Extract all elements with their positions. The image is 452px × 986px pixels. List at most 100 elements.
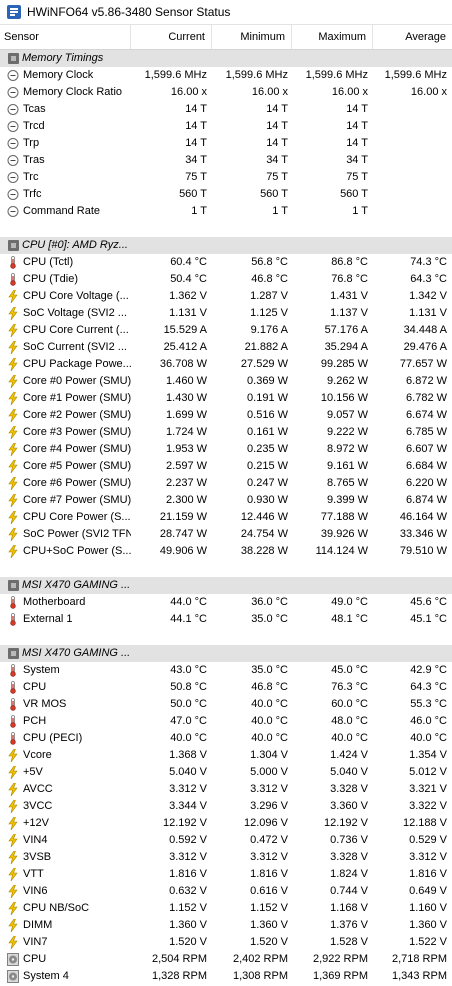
sensor-row[interactable]: CPU NB/SoC 1.152 V 1.152 V 1.168 V 1.160 V [0,900,452,917]
minimum-value: 1.360 V [250,919,288,931]
header-average[interactable]: Average [373,25,452,49]
sensor-row[interactable]: External 1 44.1 °C 35.0 °C 48.1 °C 45.1 °C [0,611,452,628]
sensor-row[interactable]: Core #2 Power (SMU) 1.699 W 0.516 W 9.057 W… [0,407,452,424]
sensor-row[interactable]: VIN7 1.520 V 1.520 V 1.528 V 1.522 V [0,934,452,951]
maximum-value: 1.528 V [330,936,368,948]
minimum-value: 1.520 V [250,936,288,948]
maximum-value: 9.399 W [327,494,368,506]
sensor-row[interactable]: VIN6 0.632 V 0.616 V 0.744 V 0.649 V [0,883,452,900]
sensor-label: Core #3 Power (SMU) [23,426,131,438]
clock-icon [7,189,19,200]
sensor-row[interactable]: Tcas 14 T 14 T 14 T [0,101,452,118]
average-value: 6.874 W [406,494,447,506]
sensor-row[interactable]: Memory Clock Ratio 16.00 x 16.00 x 16.00 x 1… [0,84,452,101]
sensor-label: CPU NB/SoC [23,902,90,914]
sensor-row[interactable]: Core #6 Power (SMU) 2.237 W 0.247 W 8.765 W… [0,475,452,492]
sensor-row[interactable]: 3VSB 3.312 V 3.312 V 3.328 V 3.312 V [0,849,452,866]
header-minimum[interactable]: Minimum [212,25,292,49]
average-value: 40.0 °C [410,732,447,744]
sensor-row[interactable]: AVCC 3.312 V 3.312 V 3.328 V 3.321 V [0,781,452,798]
sensor-row[interactable]: DIMM 1.360 V 1.360 V 1.376 V 1.360 V [0,917,452,934]
sensor-row[interactable]: CPU (Tctl) 60.4 °C 56.8 °C 86.8 °C 74.3 °C [0,254,452,271]
maximum-value: 49.0 °C [331,596,368,608]
sensor-row[interactable]: Trfc 560 T 560 T 560 T [0,186,452,203]
sensor-label: Trcd [23,120,45,132]
sensor-row[interactable]: Motherboard 44.0 °C 36.0 °C 49.0 °C 45.6 °C [0,594,452,611]
sensor-row[interactable]: CPU Core Current (... 15.529 A 9.176 A 57.1… [0,322,452,339]
sensor-row[interactable]: VIN4 0.592 V 0.472 V 0.736 V 0.529 V [0,832,452,849]
sensor-row[interactable]: Trcd 14 T 14 T 14 T [0,118,452,135]
sensor-row[interactable]: CPU Package Powe... 36.708 W 27.529 W 99.28… [0,356,452,373]
sensor-label: Vcore [23,749,52,761]
sensor-label: CPU Core Power (S... [23,511,131,523]
minimum-value: 1,599.6 MHz [225,69,288,81]
sensor-row[interactable]: SoC Current (SVI2 ... 25.412 A 21.882 A 35.… [0,339,452,356]
sensor-row[interactable]: CPU 2,504 RPM 2,402 RPM 2,922 RPM 2,718 RPM [0,951,452,968]
maximum-value: 0.736 V [330,834,368,846]
sensor-group-label: CPU [#0]: AMD Ryz... [22,239,128,251]
sensor-group-header[interactable]: CPU [#0]: AMD Ryz... [0,237,452,254]
clock-icon [7,121,19,132]
sensor-row[interactable]: Tras 34 T 34 T 34 T [0,152,452,169]
minimum-value: 0.215 W [247,460,288,472]
sensor-row[interactable]: Core #1 Power (SMU) 1.430 W 0.191 W 10.156 … [0,390,452,407]
lightning-icon [8,324,18,337]
sensor-row[interactable]: SoC Voltage (SVI2 ... 1.131 V 1.125 V 1.137… [0,305,452,322]
average-value: 16.00 x [410,86,447,98]
sensor-row[interactable]: CPU+SoC Power (S... 49.906 W 38.228 W 114.1… [0,543,452,560]
sensor-row[interactable]: SoC Power (SVI2 TFN) 28.747 W 24.754 W 39.9… [0,526,452,543]
sensor-row[interactable]: System 4 1,328 RPM 1,308 RPM 1,369 RPM 1,343… [0,968,452,985]
sensor-row[interactable]: CPU (PECI) 40.0 °C 40.0 °C 40.0 °C 40.0 °C [0,730,452,747]
sensor-row[interactable]: Vcore 1.368 V 1.304 V 1.424 V 1.354 V [0,747,452,764]
header-sensor[interactable]: Sensor [0,25,131,49]
maximum-value: 3.328 V [330,783,368,795]
sensor-row[interactable]: 3VCC 3.344 V 3.296 V 3.360 V 3.322 V [0,798,452,815]
sensor-row[interactable]: Core #0 Power (SMU) 1.460 W 0.369 W 9.262 W… [0,373,452,390]
maximum-value: 3.360 V [330,800,368,812]
maximum-value: 1.431 V [330,290,368,302]
sensor-group-header[interactable]: MSI X470 GAMING ... [0,645,452,662]
sensor-row[interactable]: Core #7 Power (SMU) 2.300 W 0.930 W 9.399 W… [0,492,452,509]
current-value: 1.131 V [169,307,207,319]
maximum-value: 1.376 V [330,919,368,931]
sensor-label: AVCC [23,783,53,795]
sensor-row[interactable]: +5V 5.040 V 5.000 V 5.040 V 5.012 V [0,764,452,781]
minimum-value: 0.516 W [247,409,288,421]
minimum-value: 1.287 V [250,290,288,302]
current-value: 34 T [185,154,207,166]
sensor-group-header[interactable]: Memory Timings [0,50,452,67]
maximum-value: 99.285 W [320,358,368,370]
sensor-row[interactable]: +12V 12.192 V 12.096 V 12.192 V 12.188 V [0,815,452,832]
lightning-icon [8,290,18,303]
sensor-row[interactable]: VR MOS 50.0 °C 40.0 °C 60.0 °C 55.3 °C [0,696,452,713]
sensor-row[interactable]: CPU 50.8 °C 46.8 °C 76.3 °C 64.3 °C [0,679,452,696]
sensor-group-header[interactable]: MSI X470 GAMING ... [0,577,452,594]
sensor-row[interactable]: CPU Core Power (S... 21.159 W 12.446 W 77.1… [0,509,452,526]
sensor-row[interactable]: Core #3 Power (SMU) 1.724 W 0.161 W 9.222 W… [0,424,452,441]
header-maximum[interactable]: Maximum [292,25,373,49]
average-value: 1.160 V [409,902,447,914]
sensor-row[interactable]: VTT 1.816 V 1.816 V 1.824 V 1.816 V [0,866,452,883]
sensor-row[interactable]: Trc 75 T 75 T 75 T [0,169,452,186]
header-current[interactable]: Current [131,25,212,49]
current-value: 1.460 W [166,375,207,387]
chip-icon [8,240,19,251]
average-value: 46.164 W [399,511,447,523]
sensor-row[interactable]: Core #4 Power (SMU) 1.953 W 0.235 W 8.972 W… [0,441,452,458]
current-value: 1.152 V [169,902,207,914]
current-value: 560 T [179,188,207,200]
sensor-row[interactable]: Command Rate 1 T 1 T 1 T [0,203,452,220]
current-value: 2,504 RPM [151,953,207,965]
sensor-row[interactable]: PCH 47.0 °C 40.0 °C 48.0 °C 46.0 °C [0,713,452,730]
maximum-value: 9.057 W [327,409,368,421]
sensor-row[interactable]: CPU (Tdie) 50.4 °C 46.8 °C 76.8 °C 64.3 °C [0,271,452,288]
sensor-label: CPU (PECI) [23,732,83,744]
sensor-row[interactable]: System 43.0 °C 35.0 °C 45.0 °C 42.9 °C [0,662,452,679]
lightning-icon [8,511,18,524]
thermometer-icon [10,256,16,269]
sensor-row[interactable]: Memory Clock 1,599.6 MHz 1,599.6 MHz 1,599.… [0,67,452,84]
sensor-row[interactable]: Core #5 Power (SMU) 2.597 W 0.215 W 9.161 W… [0,458,452,475]
sensor-row[interactable]: Trp 14 T 14 T 14 T [0,135,452,152]
sensor-label: Core #2 Power (SMU) [23,409,131,421]
sensor-row[interactable]: CPU Core Voltage (... 1.362 V 1.287 V 1.431… [0,288,452,305]
